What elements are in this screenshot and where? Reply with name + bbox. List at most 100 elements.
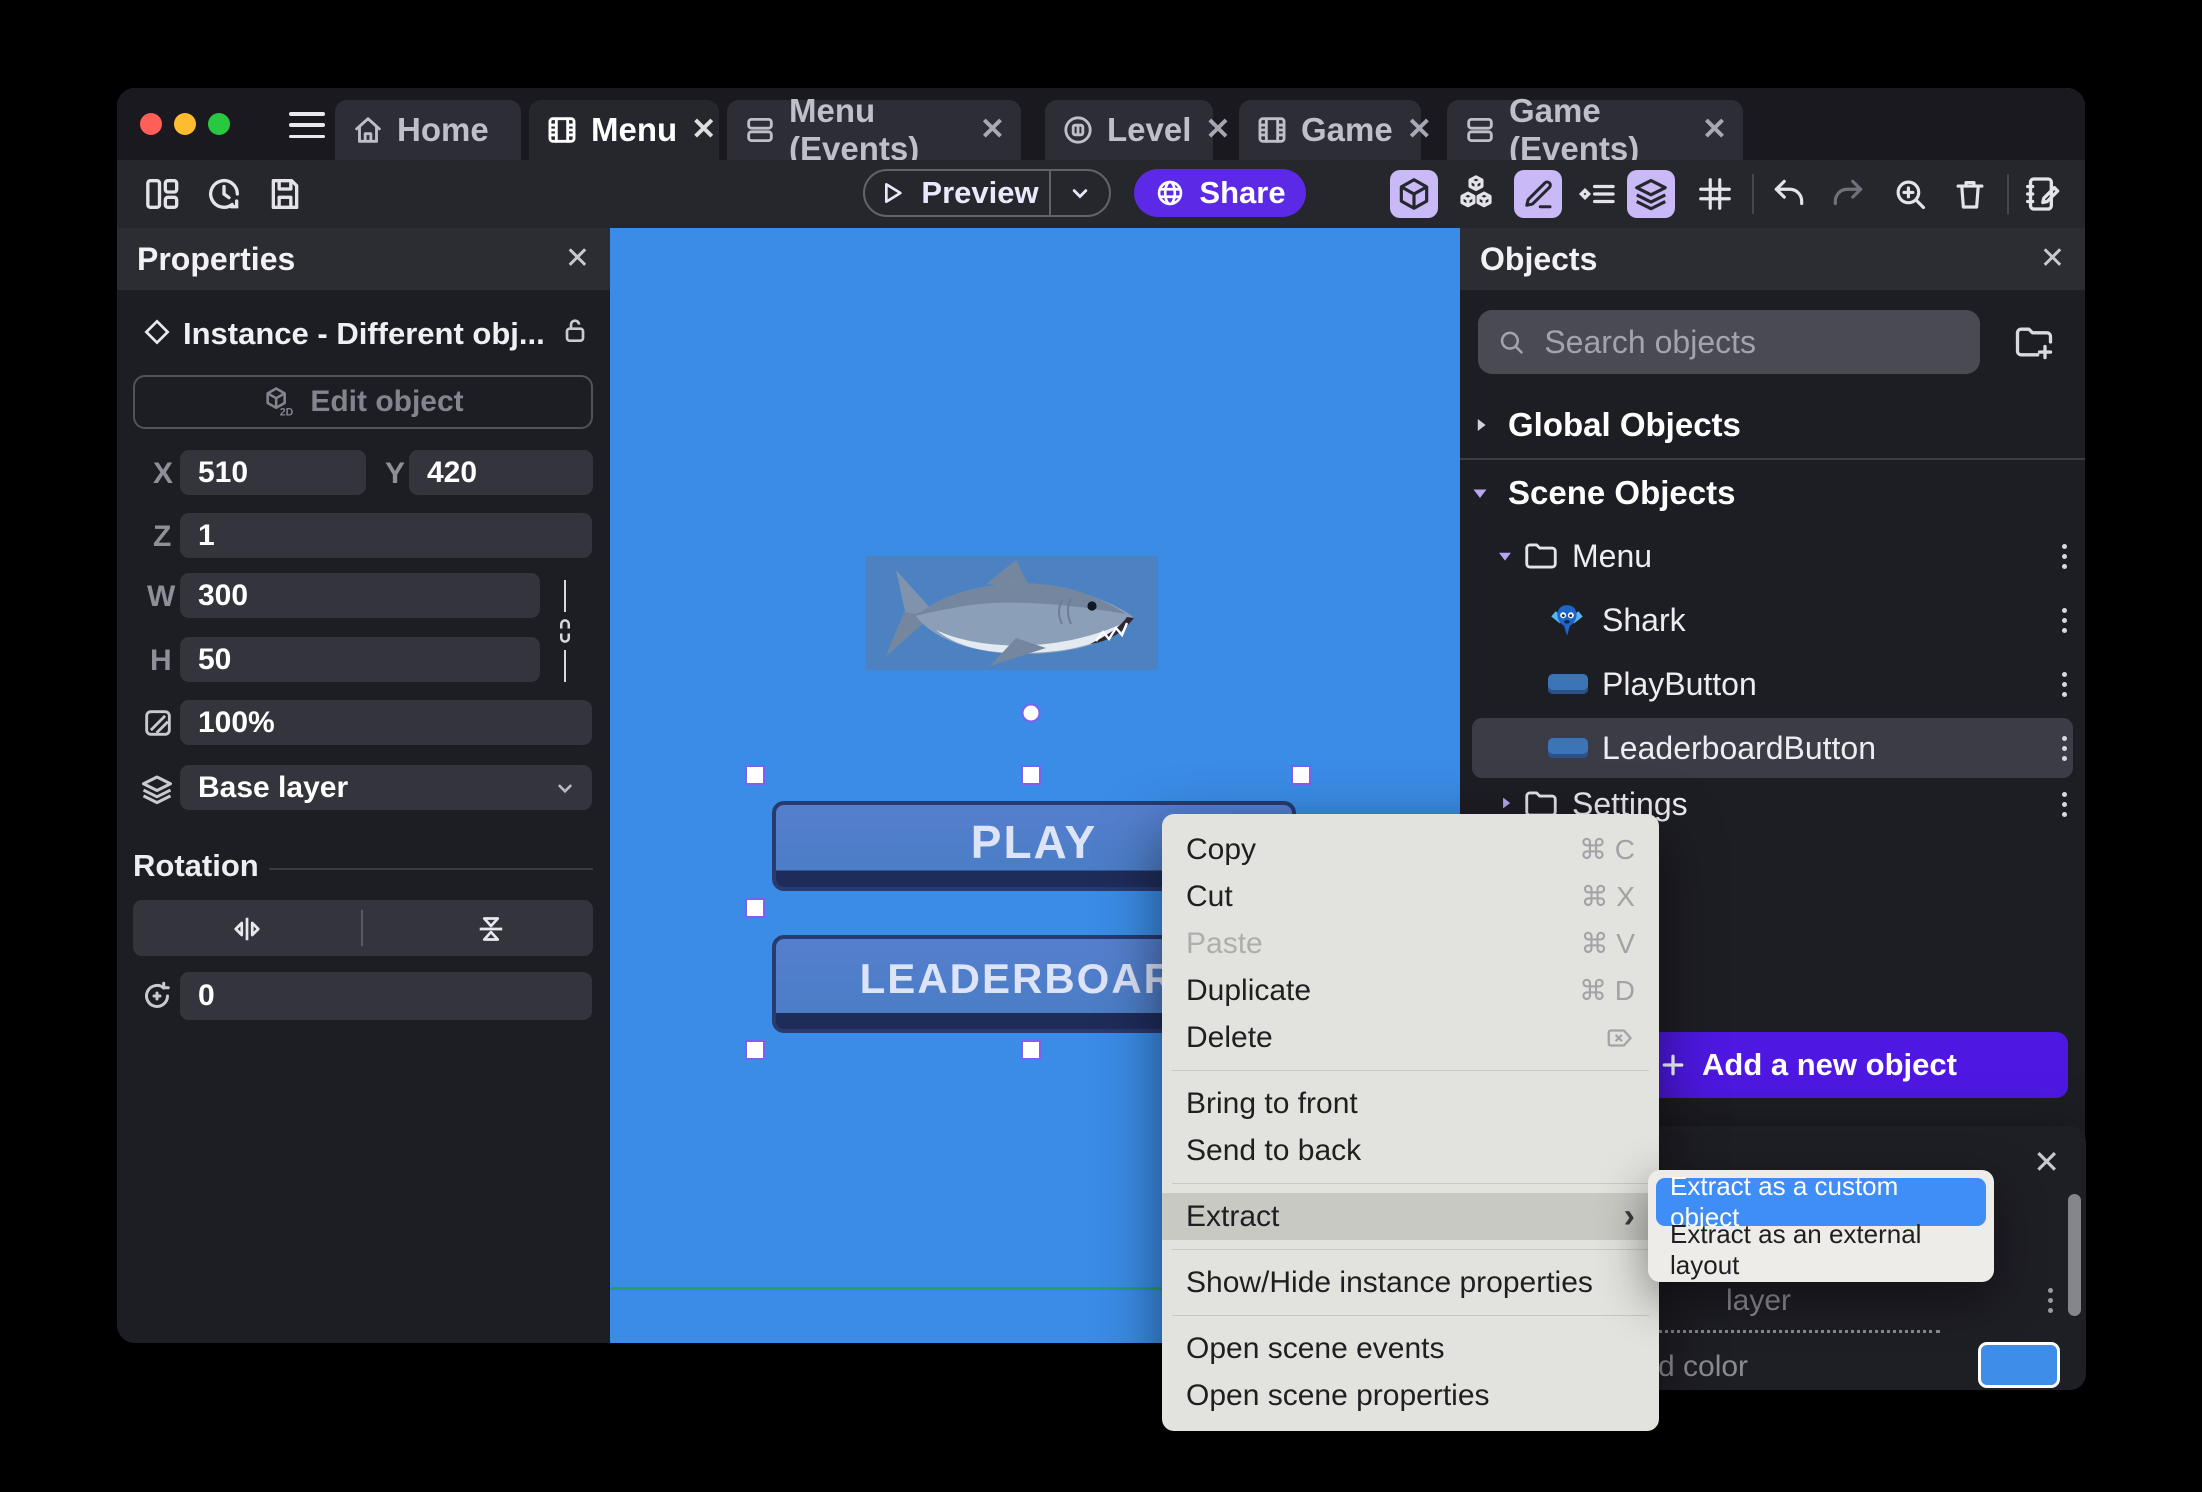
kebab-menu-icon[interactable]: [2062, 671, 2067, 697]
selection-handle-mid-left[interactable]: [745, 898, 765, 918]
color-swatch[interactable]: [1978, 1342, 2060, 1388]
global-objects-section[interactable]: Global Objects: [1470, 406, 1741, 444]
menu-item-copy[interactable]: Copy ⌘ C: [1162, 826, 1659, 873]
link-line-bottom: [564, 650, 566, 682]
tab-close-icon[interactable]: ✕: [1702, 115, 1727, 145]
add-object-label: Add a new object: [1702, 1047, 1957, 1082]
selection-handle-top-right[interactable]: [1291, 765, 1311, 785]
tab-game[interactable]: Game ✕: [1239, 100, 1432, 160]
tab-menu[interactable]: Menu ✕: [529, 100, 719, 160]
properties-close-icon[interactable]: ✕: [565, 244, 590, 274]
selection-handle-bottom-center[interactable]: [1021, 1040, 1041, 1060]
link-dimensions-icon[interactable]: [550, 616, 580, 646]
tab-close-icon[interactable]: ✕: [980, 115, 1005, 145]
menu-item-open-scene-properties[interactable]: Open scene properties: [1162, 1372, 1659, 1419]
instance-title: Instance - Different obj...: [183, 316, 545, 351]
edit-object-button[interactable]: 2D Edit object: [133, 375, 593, 429]
popover-scrollbar[interactable]: [2068, 1194, 2081, 1316]
y-input[interactable]: [409, 450, 593, 495]
tab-menu-events[interactable]: Menu (Events) ✕: [727, 92, 1021, 167]
redo-icon[interactable]: [1829, 175, 1867, 213]
menu-item-extract[interactable]: Extract ›: [1162, 1193, 1659, 1240]
edit-mode-icon[interactable]: [1514, 170, 1562, 218]
tab-home[interactable]: Home: [335, 100, 521, 160]
save-icon[interactable]: [265, 174, 305, 214]
z-input[interactable]: [180, 513, 592, 558]
selection-handle-top-left[interactable]: [745, 765, 765, 785]
kebab-menu-icon[interactable]: [2062, 791, 2067, 817]
close-window-button[interactable]: [140, 113, 162, 135]
popover-close-icon[interactable]: ✕: [2033, 1146, 2060, 1178]
tree-row-leaderboardbutton[interactable]: LeaderboardButton: [1460, 725, 2085, 771]
caret-right-icon[interactable]: [1496, 793, 1516, 813]
objects-stack-icon[interactable]: [1455, 173, 1497, 215]
tree-row-playbutton[interactable]: PlayButton: [1460, 661, 2085, 707]
scene-objects-label: Scene Objects: [1508, 474, 1736, 511]
preview-main[interactable]: Preview: [865, 171, 1049, 215]
tab-game-events[interactable]: Game (Events) ✕: [1447, 92, 1743, 167]
layer-value: Base layer: [198, 770, 349, 804]
caret-right-icon[interactable]: [1470, 414, 1492, 436]
search-input[interactable]: [1542, 322, 1962, 362]
menu-item-duplicate[interactable]: Duplicate ⌘ D: [1162, 967, 1659, 1014]
menu-shortcut: ⌘ X: [1580, 881, 1635, 912]
lock-icon[interactable]: [559, 314, 591, 346]
flip-toolbar: [133, 900, 593, 956]
width-label: W: [147, 580, 176, 613]
grid-icon[interactable]: [1696, 175, 1734, 213]
menu-item-send-to-back[interactable]: Send to back: [1162, 1127, 1659, 1174]
tab-close-icon[interactable]: ✕: [1205, 115, 1230, 145]
menu-item-cut[interactable]: Cut ⌘ X: [1162, 873, 1659, 920]
scene-objects-section[interactable]: Scene Objects: [1468, 474, 1735, 512]
objects-search[interactable]: [1478, 310, 1980, 374]
selection-handle-bottom-left[interactable]: [745, 1040, 765, 1060]
tab-close-icon[interactable]: ✕: [691, 115, 716, 145]
menu-item-open-scene-events[interactable]: Open scene events: [1162, 1325, 1659, 1372]
object-mode-icon[interactable]: [1390, 170, 1438, 218]
layer-select[interactable]: Base layer: [180, 765, 592, 810]
instance-properties-icon[interactable]: [1578, 174, 1618, 214]
main-menu-icon[interactable]: [289, 112, 325, 138]
share-button[interactable]: Share: [1134, 169, 1306, 217]
submenu-item-extract-external-layout[interactable]: Extract as an external layout: [1656, 1219, 1986, 1280]
zoom-window-button[interactable]: [208, 113, 230, 135]
rotate-handle[interactable]: [1021, 703, 1041, 723]
minimize-window-button[interactable]: [174, 113, 196, 135]
add-object-button[interactable]: Add a new object: [1642, 1032, 2068, 1098]
menu-item-delete[interactable]: Delete: [1162, 1014, 1659, 1061]
tab-close-icon[interactable]: ✕: [1407, 115, 1432, 145]
flip-horizontal-icon[interactable]: [229, 911, 265, 947]
preview-button[interactable]: Preview: [863, 169, 1111, 217]
menu-item-show-hide-instance-properties[interactable]: Show/Hide instance properties: [1162, 1259, 1659, 1306]
layers-icon[interactable]: [1627, 170, 1675, 218]
tree-row-menu-folder[interactable]: Menu: [1460, 533, 2085, 579]
caret-down-icon[interactable]: [1494, 545, 1516, 567]
width-input[interactable]: [180, 573, 540, 618]
rotation-input[interactable]: [180, 972, 592, 1020]
kebab-menu-icon[interactable]: [2062, 543, 2067, 569]
kebab-menu-icon[interactable]: [2048, 1288, 2053, 1313]
opacity-input[interactable]: [180, 700, 592, 745]
height-input[interactable]: [180, 637, 540, 682]
plus-icon: [1662, 1054, 1684, 1076]
kebab-menu-icon[interactable]: [2062, 735, 2067, 761]
panels-layout-icon[interactable]: [142, 174, 182, 214]
zoom-in-icon[interactable]: [1891, 175, 1929, 213]
preview-dropdown[interactable]: [1049, 171, 1109, 215]
undo-icon[interactable]: [1770, 175, 1808, 213]
caret-down-icon[interactable]: [1468, 481, 1492, 505]
tab-level[interactable]: Level ✕: [1045, 100, 1231, 160]
shark-sprite[interactable]: [866, 556, 1158, 670]
flip-vertical-icon[interactable]: [473, 911, 509, 947]
objects-close-icon[interactable]: ✕: [2040, 244, 2065, 274]
edit-scene-icon[interactable]: [2023, 174, 2063, 214]
add-folder-icon[interactable]: [2012, 320, 2056, 364]
kebab-menu-icon[interactable]: [2062, 607, 2067, 633]
tab-label: Menu (Events): [789, 92, 920, 167]
x-input[interactable]: [180, 450, 366, 495]
menu-item-bring-to-front[interactable]: Bring to front: [1162, 1080, 1659, 1127]
history-icon[interactable]: [204, 174, 244, 214]
tree-row-shark[interactable]: Shark: [1460, 597, 2085, 643]
trash-icon[interactable]: [1951, 175, 1989, 213]
selection-handle-top-center[interactable]: [1021, 765, 1041, 785]
